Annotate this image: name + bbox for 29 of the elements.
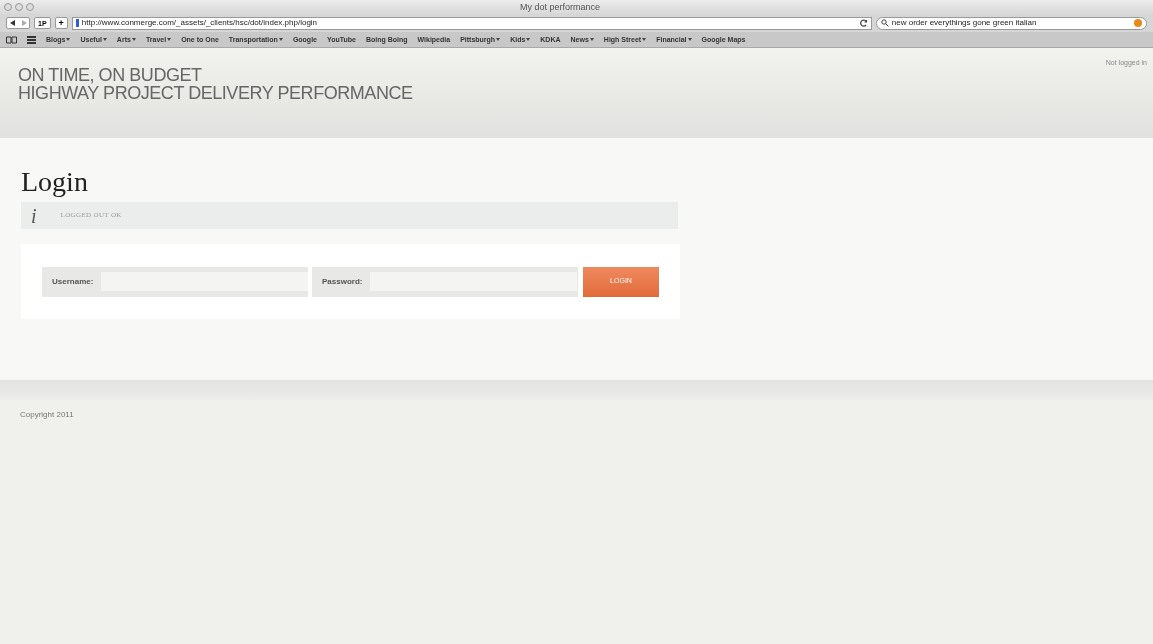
- window-title: My dot performance: [520, 2, 601, 12]
- caret-icon: [102, 38, 107, 41]
- book-icon[interactable]: [6, 35, 17, 44]
- username-label: Username:: [52, 275, 94, 288]
- caret-icon: [278, 38, 283, 41]
- site-title: ON TIME, ON BUDGET: [18, 66, 203, 84]
- password-field[interactable]: [370, 272, 578, 291]
- caret-icon: [167, 38, 172, 41]
- username-field[interactable]: [101, 272, 309, 291]
- caret-icon: [66, 38, 71, 41]
- caret-icon: [526, 38, 531, 41]
- search-field[interactable]: new order everythings gone green italian: [875, 16, 1147, 30]
- caret-icon: [131, 38, 136, 41]
- caret-icon: [589, 38, 594, 41]
- site-icon: [75, 19, 79, 27]
- copyright-text: Copyright 2011: [20, 410, 74, 419]
- address-field[interactable]: http://www.conmerge.com/_assets/_clients/hsc/dot/index.php/login: [71, 16, 872, 30]
- page-heading: Login: [21, 166, 89, 198]
- reload-icon[interactable]: [859, 19, 868, 27]
- search-icon: [880, 19, 889, 27]
- site-subtitle: HIGHWAY PROJECT DELIVERY PERFORMANCE: [18, 84, 413, 102]
- snapback-icon[interactable]: [1134, 19, 1142, 27]
- password-label: Password:: [322, 275, 363, 288]
- back-forward-buttons[interactable]: [6, 17, 30, 29]
- add-bookmark-button[interactable]: +: [54, 17, 68, 29]
- caret-icon: [496, 38, 501, 41]
- info-icon: i: [31, 205, 37, 226]
- caret-icon: [687, 38, 692, 41]
- caret-icon: [642, 38, 647, 41]
